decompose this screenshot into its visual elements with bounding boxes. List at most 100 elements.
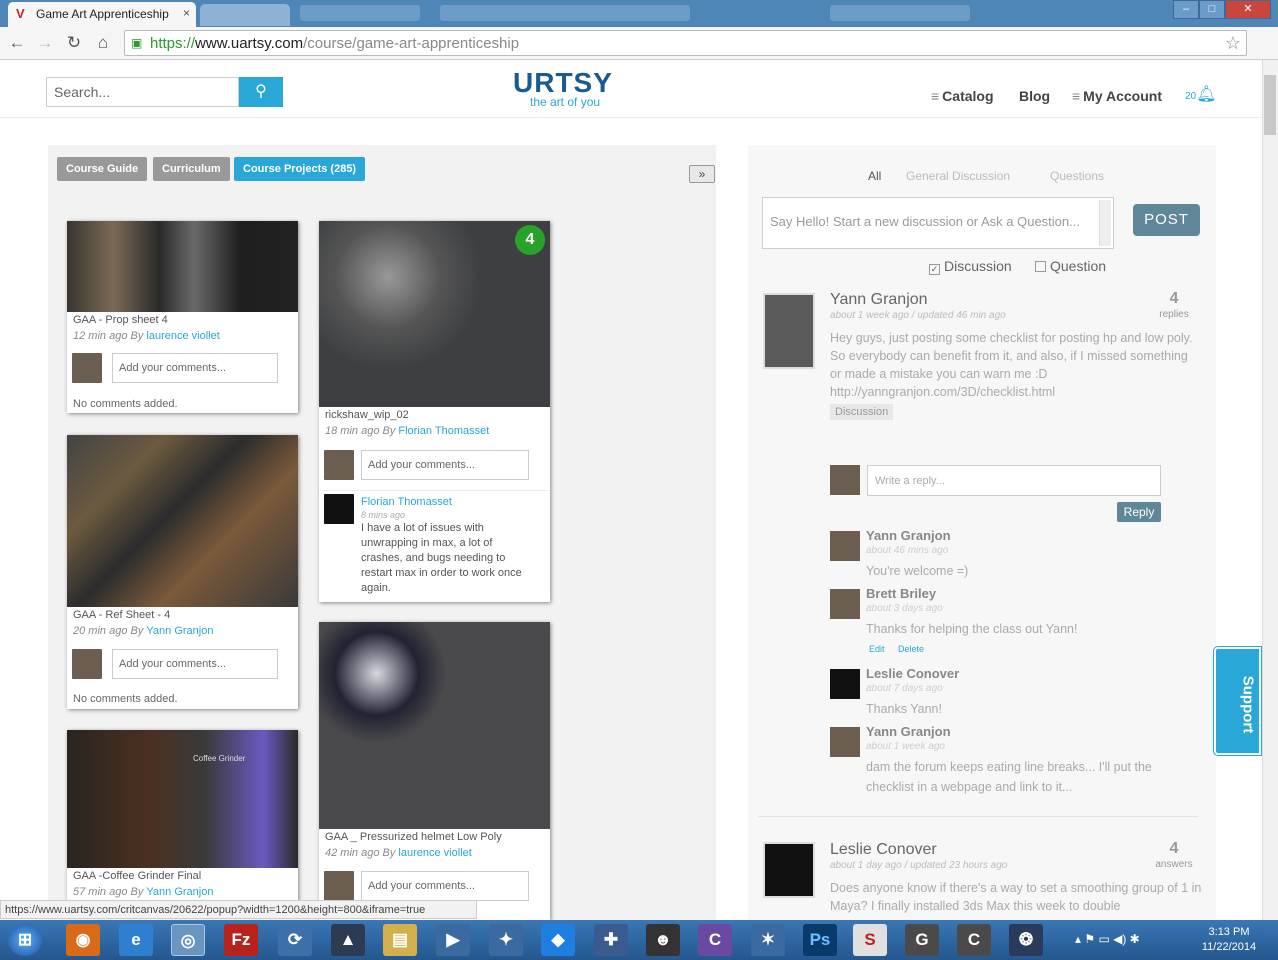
avatar[interactable] — [763, 842, 815, 898]
answer-count-label: answers — [1155, 859, 1193, 870]
system-tray-icons[interactable]: ▴ ⚑ ▭ ◀) ✱ — [1075, 932, 1140, 946]
post-author[interactable]: Yann Granjon — [830, 291, 928, 309]
filter-all[interactable]: All — [868, 169, 881, 183]
dropbox-icon[interactable]: ◆ — [541, 924, 575, 956]
nav-blog[interactable]: Blog — [1019, 88, 1050, 104]
post-button[interactable]: POST — [1133, 204, 1200, 236]
app-icon[interactable]: ✚ — [594, 924, 628, 956]
search-button[interactable]: ⚲ — [239, 77, 283, 107]
filezilla-icon[interactable]: Fz — [224, 924, 258, 956]
app-icon[interactable]: S — [853, 924, 887, 956]
project-card[interactable]: GAA - Prop sheet 4 12 min ago By laurenc… — [67, 221, 298, 413]
discussion-checkbox[interactable]: ✓ Discussion — [929, 258, 1012, 275]
folder-icon[interactable]: ▤ — [383, 924, 417, 956]
new-discussion-input[interactable]: Say Hello! Start a new discussion or Ask… — [762, 197, 1114, 249]
zbrush-icon[interactable]: ✶ — [751, 924, 785, 956]
app-icon[interactable]: ⟳ — [278, 924, 312, 956]
browser-tab-active[interactable]: V Game Art Apprenticeship × — [8, 2, 196, 27]
photoshop-icon[interactable]: Ps — [803, 924, 837, 956]
app-icon[interactable]: ☻ — [646, 924, 680, 956]
project-author-link[interactable]: Florian Thomasset — [398, 425, 489, 437]
tab-course-guide[interactable]: Course Guide — [57, 157, 148, 181]
project-card[interactable]: Coffee Grinder GAA -Coffee Grinder Final… — [67, 730, 298, 902]
comment-author-link[interactable]: Florian Thomasset — [361, 496, 452, 508]
browser-tab-new[interactable] — [200, 4, 290, 26]
project-thumbnail[interactable] — [319, 221, 550, 407]
reply-input[interactable]: Write a reply... — [867, 465, 1161, 496]
home-icon[interactable]: ⌂ — [92, 32, 114, 54]
project-author-link[interactable]: laurence viollet — [146, 330, 219, 342]
app-icon[interactable]: C — [698, 924, 732, 956]
reload-icon[interactable]: ↻ — [63, 32, 85, 54]
start-button-icon[interactable]: ⊞ — [8, 924, 42, 956]
divider — [758, 816, 1198, 817]
maximize-button[interactable]: □ — [1199, 0, 1225, 19]
chrome-icon[interactable]: ◎ — [171, 924, 205, 956]
forward-icon[interactable]: → — [34, 32, 56, 54]
search-input[interactable]: Search... — [46, 77, 239, 107]
scrollbar-thumb[interactable] — [1264, 75, 1276, 135]
project-card[interactable]: GAA _ Pressurized helmet Low Poly 42 min… — [319, 622, 550, 920]
bookmark-star-icon[interactable]: ☆ — [1225, 33, 1241, 54]
project-thumbnail[interactable] — [67, 435, 298, 607]
comment-input[interactable]: Add your comments... — [361, 450, 529, 480]
minimize-button[interactable]: – — [1173, 0, 1199, 19]
notifications-button[interactable]: 20🔔︎ — [1185, 84, 1216, 104]
project-author-link[interactable]: laurence viollet — [398, 847, 471, 859]
project-title[interactable]: GAA - Prop sheet 4 — [73, 314, 168, 326]
project-thumbnail[interactable] — [319, 622, 550, 829]
reply-meta: about 1 week ago — [866, 741, 945, 752]
question-checkbox[interactable]: Question — [1035, 258, 1106, 274]
reply-author[interactable]: Yann Granjon — [866, 528, 951, 543]
post-tag[interactable]: Discussion — [830, 404, 894, 420]
project-thumbnail[interactable] — [67, 221, 298, 312]
filter-questions[interactable]: Questions — [1050, 169, 1104, 183]
media-player-icon[interactable]: ▶ — [436, 924, 470, 956]
filter-general-discussion[interactable]: General Discussion — [906, 169, 1010, 183]
app-icon[interactable]: ▲ — [331, 924, 365, 956]
close-window-button[interactable]: ✕ — [1225, 0, 1271, 19]
project-title[interactable]: GAA -Coffee Grinder Final — [73, 870, 201, 882]
app-icon[interactable]: ✦ — [489, 924, 523, 956]
comment-input[interactable]: Add your comments... — [112, 353, 278, 383]
page-scrollbar[interactable] — [1262, 60, 1278, 920]
nav-my-account[interactable]: ≡ My Account — [1072, 88, 1162, 104]
textarea-scrollbar[interactable] — [1099, 200, 1111, 246]
project-title[interactable]: GAA _ Pressurized helmet Low Poly — [325, 831, 502, 843]
site-logo[interactable]: URTSY the art of you — [513, 68, 613, 112]
expand-panel-icon[interactable]: » — [689, 165, 715, 183]
reply-delete-link[interactable]: Delete — [898, 644, 924, 654]
project-title[interactable]: rickshaw_wip_02 — [325, 409, 409, 421]
tab-curriculum[interactable]: Curriculum — [153, 157, 230, 181]
project-author-link[interactable]: Yann Granjon — [146, 625, 213, 637]
project-time: 20 min — [73, 625, 107, 637]
project-title[interactable]: GAA - Ref Sheet - 4 — [73, 609, 170, 621]
reply-author[interactable]: Yann Granjon — [866, 724, 951, 739]
reply-author[interactable]: Leslie Conover — [866, 666, 959, 681]
firefox-icon[interactable]: ◉ — [66, 924, 100, 956]
reply-edit-link[interactable]: Edit — [869, 644, 885, 654]
comment-count-badge[interactable]: 4 — [515, 225, 545, 255]
post-author[interactable]: Leslie Conover — [830, 841, 937, 859]
url-field[interactable]: ▣ https://www.uartsy.com/course/game-art… — [124, 30, 1247, 56]
app-icon[interactable]: C — [957, 924, 991, 956]
support-tab[interactable]: Support — [1214, 647, 1261, 755]
reply-author[interactable]: Brett Briley — [866, 586, 936, 601]
internet-explorer-icon[interactable]: e — [119, 924, 153, 956]
reply-button[interactable]: Reply — [1117, 502, 1161, 522]
tab-course-projects[interactable]: Course Projects (285) — [234, 157, 366, 181]
system-clock[interactable]: 3:13 PM 11/22/2014 — [1196, 925, 1262, 955]
back-icon[interactable]: ← — [6, 32, 28, 54]
project-thumbnail[interactable]: Coffee Grinder — [67, 730, 298, 868]
tab-close-icon[interactable]: × — [183, 6, 190, 20]
project-author-link[interactable]: Yann Granjon — [146, 886, 213, 898]
comment-input[interactable]: Add your comments... — [112, 649, 278, 679]
nav-catalog[interactable]: ≡ Catalog — [931, 88, 994, 104]
avatar[interactable] — [763, 293, 815, 369]
project-card[interactable]: GAA - Ref Sheet - 4 20 min ago By Yann G… — [67, 435, 298, 709]
project-card[interactable]: 4 rickshaw_wip_02 18 min ago By Florian … — [319, 221, 550, 602]
course-panel: Course Guide Curriculum Course Projects … — [48, 145, 716, 920]
app-icon[interactable]: ❂ — [1009, 924, 1043, 956]
app-icon[interactable]: G — [905, 924, 939, 956]
comment-input[interactable]: Add your comments... — [361, 871, 529, 901]
